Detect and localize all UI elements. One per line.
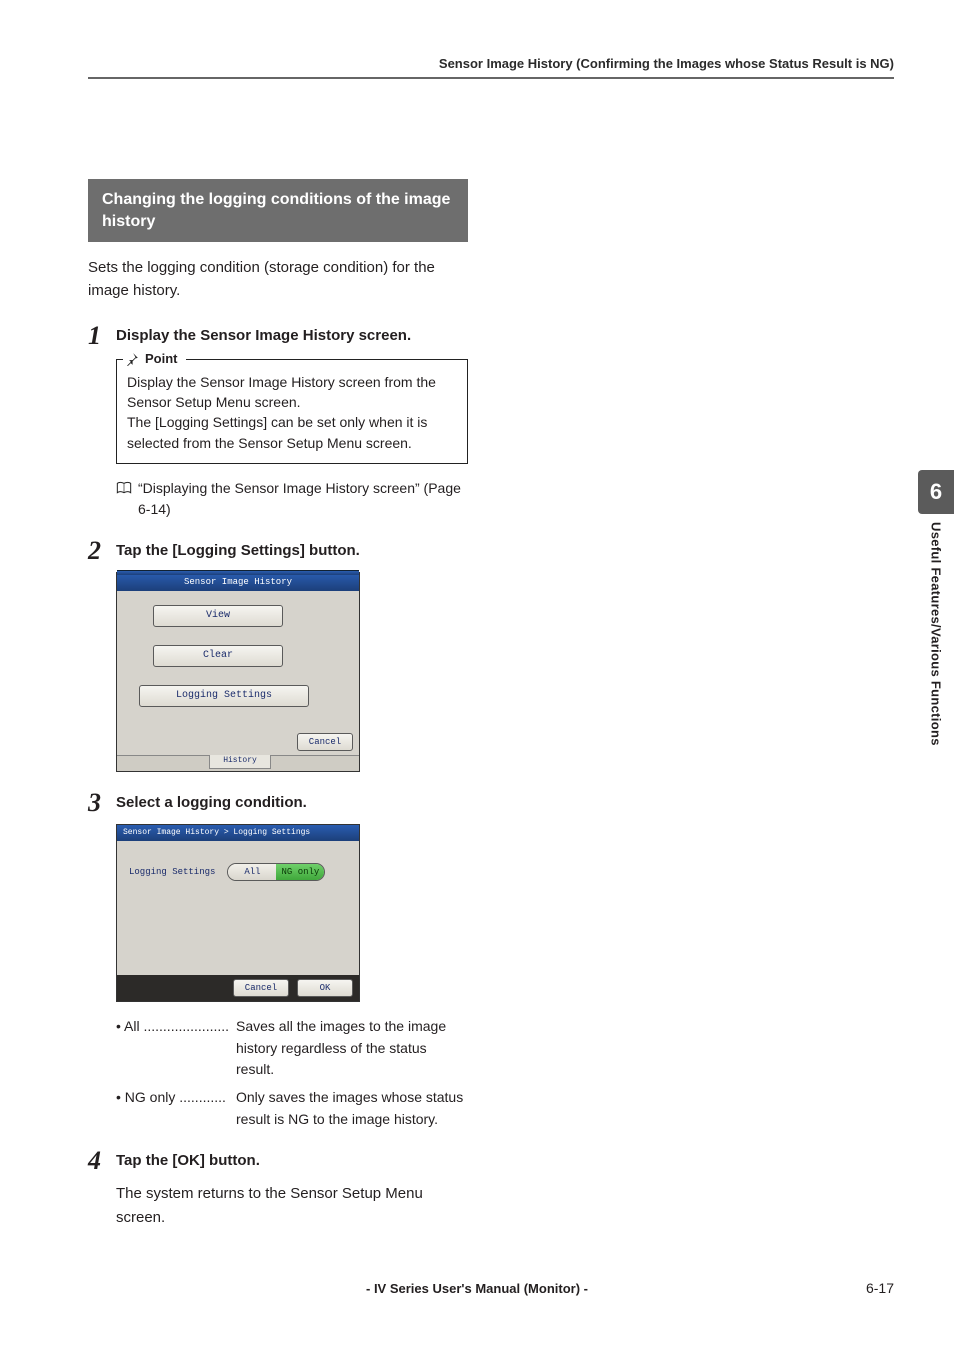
step-1: 1 Display the Sensor Image History scree… [88, 325, 468, 349]
logging-settings-label: Logging Settings [129, 867, 215, 877]
point-callout: Point Display the Sensor Image History s… [116, 359, 468, 464]
logging-settings-button[interactable]: Logging Settings [139, 685, 309, 707]
toggle-option-all[interactable]: All [228, 864, 276, 880]
point-tab: Point [123, 350, 186, 369]
point-body: Display the Sensor Image History screen … [127, 372, 457, 453]
def-body-ng-only: Only saves the images whose status resul… [236, 1087, 468, 1130]
history-tab[interactable]: History [209, 755, 271, 769]
section-title: Changing the logging conditions of the i… [88, 179, 468, 242]
cancel-button[interactable]: Cancel [233, 979, 289, 997]
def-body-all: Saves all the images to the image histor… [236, 1016, 468, 1081]
step-2: 2 Tap the [Logging Settings] button. [88, 540, 468, 564]
cancel-button[interactable]: Cancel [297, 733, 353, 751]
ui-screenshot-history: Sensor Image History View Clear Logging … [116, 572, 360, 772]
chapter-side-tab: 6 Useful Features/Various Functions [918, 470, 954, 746]
section-intro: Sets the logging condition (storage cond… [88, 256, 468, 303]
def-term-ng-only: • NG only ............ [116, 1087, 236, 1130]
step-number: 3 [88, 790, 116, 816]
page-footer: - IV Series User's Manual (Monitor) - 6-… [88, 1280, 894, 1296]
def-term-all: • All ...................... [116, 1016, 236, 1081]
cross-reference-text: “Displaying the Sensor Image History scr… [138, 478, 468, 520]
step-number: 2 [88, 538, 116, 564]
point-label: Point [145, 350, 178, 369]
clear-button[interactable]: Clear [153, 645, 283, 667]
step-number: 4 [88, 1148, 116, 1174]
ok-button[interactable]: OK [297, 979, 353, 997]
ui-screenshot-logging-settings: Sensor Image History > Logging Settings … [116, 824, 360, 1002]
chapter-number: 6 [918, 470, 954, 514]
book-icon [116, 480, 132, 501]
view-button[interactable]: View [153, 605, 283, 627]
page-number: 6-17 [866, 1280, 894, 1296]
step-3: 3 Select a logging condition. [88, 792, 468, 816]
step-4-title: Tap the [OK] button. [116, 1150, 468, 1171]
pin-icon [125, 352, 139, 366]
step-3-title: Select a logging condition. [116, 792, 468, 813]
header-rule [88, 77, 894, 79]
toggle-option-ng-only[interactable]: NG only [276, 864, 324, 880]
footer-title: - IV Series User's Manual (Monitor) - [88, 1281, 866, 1296]
logging-condition-toggle[interactable]: All NG only [227, 863, 325, 881]
ui-breadcrumb: Sensor Image History > Logging Settings [117, 825, 359, 841]
chapter-label: Useful Features/Various Functions [929, 522, 944, 746]
step-number: 1 [88, 323, 116, 349]
cross-reference: “Displaying the Sensor Image History scr… [116, 478, 468, 520]
step-2-title: Tap the [Logging Settings] button. [116, 540, 468, 561]
step-1-title: Display the Sensor Image History screen. [116, 325, 468, 346]
ui-tabstrip: History [117, 755, 359, 771]
running-header: Sensor Image History (Confirming the Ima… [88, 56, 894, 77]
step-4-body: The system returns to the Sensor Setup M… [116, 1182, 468, 1229]
ui-titlebar: Sensor Image History [117, 573, 359, 591]
step-4: 4 Tap the [OK] button. [88, 1150, 468, 1174]
option-definitions: • All ...................... Saves all t… [116, 1016, 468, 1130]
